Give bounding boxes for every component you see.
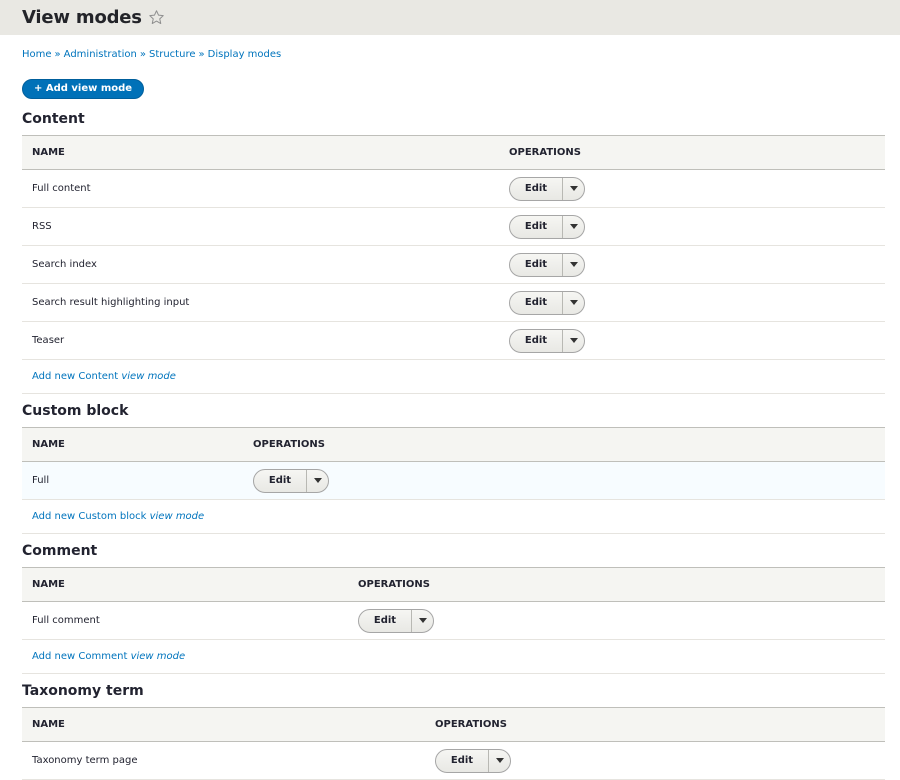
table-header-row: NAME OPERATIONS — [22, 567, 885, 602]
breadcrumb-separator: » — [139, 49, 146, 60]
taxonomy-term-view-modes-table: NAME OPERATIONS Taxonomy term page Edit — [22, 707, 885, 780]
add-link-cell: Add new Custom block view mode — [22, 499, 885, 534]
view-mode-name: Search result highlighting input — [22, 283, 499, 322]
edit-dropbutton: Edit — [253, 468, 329, 493]
table-row: Taxonomy term page Edit — [22, 741, 885, 780]
add-custom-block-view-mode-link[interactable]: Add new Custom block view mode — [32, 511, 204, 522]
edit-button[interactable]: Edit — [359, 610, 411, 632]
breadcrumb-administration[interactable]: Administration — [64, 49, 137, 60]
breadcrumb-separator: » — [198, 49, 205, 60]
operations-cell: Edit — [348, 601, 885, 640]
edit-dropbutton: Edit — [509, 176, 585, 201]
column-header-operations: OPERATIONS — [243, 427, 885, 462]
table-row: Teaser Edit — [22, 321, 885, 360]
table-row: Search index Edit — [22, 245, 885, 284]
edit-dropbutton: Edit — [435, 748, 511, 773]
edit-button[interactable]: Edit — [510, 216, 562, 238]
table-header-row: NAME OPERATIONS — [22, 707, 885, 742]
edit-dropbutton: Edit — [509, 214, 585, 239]
operations-cell: Edit — [499, 283, 885, 322]
edit-dropbutton: Edit — [358, 608, 434, 633]
column-header-operations: OPERATIONS — [425, 707, 885, 742]
breadcrumb-display-modes[interactable]: Display modes — [208, 49, 282, 60]
breadcrumb-structure[interactable]: Structure — [149, 49, 196, 60]
column-header-operations: OPERATIONS — [348, 567, 885, 602]
chevron-down-icon[interactable] — [306, 469, 328, 492]
breadcrumb: Home» Administration» Structure» Display mo… — [22, 49, 900, 60]
edit-button[interactable]: Edit — [510, 330, 562, 352]
view-mode-name: RSS — [22, 207, 499, 246]
view-mode-name: Full content — [22, 169, 499, 208]
view-mode-name: Taxonomy term page — [22, 741, 425, 780]
chevron-down-icon[interactable] — [411, 609, 433, 632]
table-row: Full comment Edit — [22, 601, 885, 640]
table-row: RSS Edit — [22, 207, 885, 246]
table-row: Search result highlighting input Edit — [22, 283, 885, 322]
view-mode-name: Teaser — [22, 321, 499, 360]
operations-cell: Edit — [425, 741, 885, 780]
chevron-down-icon[interactable] — [562, 253, 584, 276]
view-mode-name: Search index — [22, 245, 499, 284]
column-header-name: NAME — [22, 135, 499, 170]
add-content-view-mode-link[interactable]: Add new Content view mode — [32, 371, 176, 382]
edit-button[interactable]: Edit — [510, 178, 562, 200]
add-link-cell: Add new Comment view mode — [22, 639, 885, 674]
edit-button[interactable]: Edit — [436, 750, 488, 772]
operations-cell: Edit — [499, 245, 885, 284]
column-header-name: NAME — [22, 567, 348, 602]
edit-button[interactable]: Edit — [510, 292, 562, 314]
section-title-comment: Comment — [22, 543, 98, 559]
add-link-cell: Add new Content view mode — [22, 359, 885, 394]
table-row: Full content Edit — [22, 169, 885, 208]
edit-button[interactable]: Edit — [254, 470, 306, 492]
edit-button[interactable]: Edit — [510, 254, 562, 276]
edit-dropbutton: Edit — [509, 328, 585, 353]
column-header-name: NAME — [22, 707, 425, 742]
section-title-taxonomy-term: Taxonomy term — [22, 683, 144, 699]
chevron-down-icon[interactable] — [488, 749, 510, 772]
custom-block-view-modes-table: NAME OPERATIONS Full Edit Add new Custom… — [22, 427, 885, 534]
table-row: Full Edit — [22, 461, 885, 500]
operations-cell: Edit — [499, 207, 885, 246]
table-header-row: NAME OPERATIONS — [22, 427, 885, 462]
add-row: Add new Content view mode — [22, 359, 885, 394]
column-header-name: NAME — [22, 427, 243, 462]
column-header-operations: OPERATIONS — [499, 135, 885, 170]
section-title-custom-block: Custom block — [22, 403, 129, 419]
table-header-row: NAME OPERATIONS — [22, 135, 885, 170]
view-mode-name: Full — [22, 461, 243, 500]
edit-dropbutton: Edit — [509, 252, 585, 277]
page-header: View modes — [0, 0, 900, 35]
chevron-down-icon[interactable] — [562, 329, 584, 352]
edit-dropbutton: Edit — [509, 290, 585, 315]
breadcrumb-separator: » — [54, 49, 61, 60]
section-title-content: Content — [22, 111, 85, 127]
add-view-mode-button[interactable]: + Add view mode — [22, 79, 145, 99]
add-row: Add new Comment view mode — [22, 639, 885, 674]
chevron-down-icon[interactable] — [562, 215, 584, 238]
chevron-down-icon[interactable] — [562, 291, 584, 314]
comment-view-modes-table: NAME OPERATIONS Full comment Edit Add ne… — [22, 567, 885, 674]
view-mode-name: Full comment — [22, 601, 348, 640]
breadcrumb-home[interactable]: Home — [22, 49, 52, 60]
add-row: Add new Custom block view mode — [22, 499, 885, 534]
operations-cell: Edit — [499, 321, 885, 360]
add-comment-view-mode-link[interactable]: Add new Comment view mode — [32, 651, 185, 662]
operations-cell: Edit — [243, 461, 885, 500]
page-title: View modes — [22, 7, 142, 28]
star-icon[interactable] — [148, 9, 165, 26]
content-view-modes-table: NAME OPERATIONS Full content Edit RSS Ed… — [22, 135, 885, 394]
chevron-down-icon[interactable] — [562, 177, 584, 200]
operations-cell: Edit — [499, 169, 885, 208]
